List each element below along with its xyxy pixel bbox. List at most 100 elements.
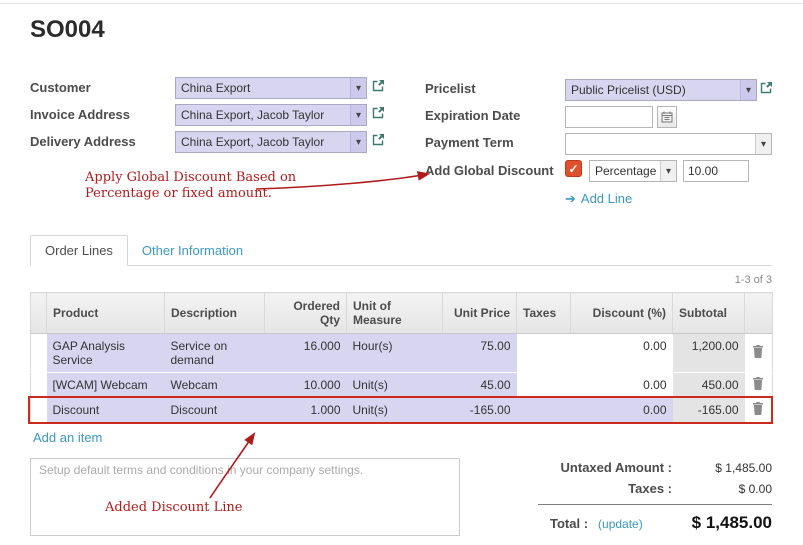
add-global-discount-label: Add Global Discount [425,163,554,178]
external-link-icon[interactable] [760,81,773,99]
total-value: $ 1,485.00 [643,513,772,533]
cell-uom[interactable]: Unit(s) [347,398,443,423]
cell-qty[interactable]: 10.000 [265,373,347,398]
cell-qty[interactable]: 1.000 [265,398,347,423]
add-line-link[interactable]: Add Line [565,191,632,207]
external-link-icon[interactable] [372,133,385,151]
trash-icon[interactable] [745,334,773,373]
arrow-right-icon [565,191,581,206]
discount-type-value: Percentage [590,161,660,181]
row-handle [31,373,47,398]
terms-and-conditions-textarea[interactable] [30,458,460,536]
col-ordered-qty: Ordered Qty [265,293,347,334]
trash-icon[interactable] [745,398,773,423]
table-header-row: Product Description Ordered Qty Unit of … [31,293,773,334]
invoice-address-label: Invoice Address [30,107,130,122]
table-row[interactable]: GAP Analysis Service Service on demand 1… [31,334,773,373]
external-link-icon[interactable] [372,106,385,124]
customer-value: China Export [176,78,350,98]
row-handle [31,334,47,373]
pricelist-select[interactable]: Public Pricelist (USD) [565,79,757,101]
cell-price[interactable]: 75.00 [443,334,517,373]
delivery-address-select[interactable]: China Export, Jacob Taylor [175,131,367,153]
col-unit-price: Unit Price [443,293,517,334]
pager: 1-3 of 3 [30,274,772,286]
calendar-icon[interactable] [657,106,677,128]
untaxed-amount-label: Untaxed Amount : [480,460,672,475]
tab-order-lines[interactable]: Order Lines [30,235,128,266]
tab-other-information[interactable]: Other Information [128,236,257,265]
annotation-global-discount: Apply Global Discount Based on Percentag… [85,170,296,202]
totals-divider [538,504,772,505]
cell-qty[interactable]: 16.000 [265,334,347,373]
col-subtotal: Subtotal [673,293,745,334]
chevron-down-icon [740,80,756,100]
delivery-address-value: China Export, Jacob Taylor [176,132,350,152]
cell-subtotal: -165.00 [673,398,745,423]
cell-discount[interactable]: 0.00 [571,373,673,398]
col-delete [745,293,773,334]
table-row-discount[interactable]: Discount Discount 1.000 Unit(s) -165.00 … [31,398,773,423]
cell-description[interactable]: Webcam [165,373,265,398]
col-description: Description [165,293,265,334]
untaxed-amount-value: $ 1,485.00 [672,461,772,475]
col-unit-of-measure: Unit of Measure [347,293,443,334]
order-lines-table: Product Description Ordered Qty Unit of … [30,292,773,423]
cell-subtotal: 1,200.00 [673,334,745,373]
cell-price[interactable]: -165.00 [443,398,517,423]
col-discount: Discount (%) [571,293,673,334]
add-line-label: Add Line [581,191,632,206]
taxes-value: $ 0.00 [672,482,772,496]
table-row[interactable]: [WCAM] Webcam Webcam 10.000 Unit(s) 45.0… [31,373,773,398]
external-link-icon[interactable] [372,79,385,97]
discount-amount-input[interactable] [683,160,749,182]
cell-taxes[interactable] [517,373,571,398]
sale-order-page: SO004 Customer China Export Invoice Addr… [0,0,803,545]
window-top-edge [0,0,803,4]
cell-product[interactable]: [WCAM] Webcam [47,373,165,398]
chevron-down-icon [350,78,366,98]
customer-select[interactable]: China Export [175,77,367,99]
cell-uom[interactable]: Hour(s) [347,334,443,373]
customer-label: Customer [30,80,91,95]
expiration-date-input[interactable] [565,106,653,128]
cell-taxes[interactable] [517,334,571,373]
notebook-tabs: Order Lines Other Information [30,236,772,266]
chevron-down-icon [660,161,676,181]
cell-subtotal: 450.00 [673,373,745,398]
cell-product[interactable]: Discount [47,398,165,423]
expiration-date-label: Expiration Date [425,108,520,123]
payment-term-value [566,134,755,154]
add-an-item-link[interactable]: Add an item [33,430,102,445]
totals-block: Untaxed Amount : $ 1,485.00 Taxes : $ 0.… [480,460,772,533]
cell-discount[interactable]: 0.00 [571,334,673,373]
row-handle-header [31,293,47,334]
pricelist-value: Public Pricelist (USD) [566,80,740,100]
cell-uom[interactable]: Unit(s) [347,373,443,398]
chevron-down-icon [755,134,771,154]
cell-description[interactable]: Service on demand [165,334,265,373]
delivery-address-label: Delivery Address [30,134,136,149]
total-label: Total : [550,516,588,531]
payment-term-select[interactable] [565,133,772,155]
cell-product[interactable]: GAP Analysis Service [47,334,165,373]
cell-taxes[interactable] [517,398,571,423]
page-title: SO004 [30,16,105,44]
pricelist-label: Pricelist [425,81,476,96]
discount-type-select[interactable]: Percentage [589,160,677,182]
payment-term-label: Payment Term [425,135,514,150]
chevron-down-icon [350,105,366,125]
chevron-down-icon [350,132,366,152]
trash-icon[interactable] [745,373,773,398]
global-discount-checkbox[interactable] [565,160,582,177]
taxes-label: Taxes : [480,481,672,496]
update-link[interactable]: (update) [598,517,643,531]
cell-price[interactable]: 45.00 [443,373,517,398]
cell-discount[interactable]: 0.00 [571,398,673,423]
cell-description[interactable]: Discount [165,398,265,423]
invoice-address-select[interactable]: China Export, Jacob Taylor [175,104,367,126]
col-product: Product [47,293,165,334]
row-handle [31,398,47,423]
col-taxes: Taxes [517,293,571,334]
invoice-address-value: China Export, Jacob Taylor [176,105,350,125]
